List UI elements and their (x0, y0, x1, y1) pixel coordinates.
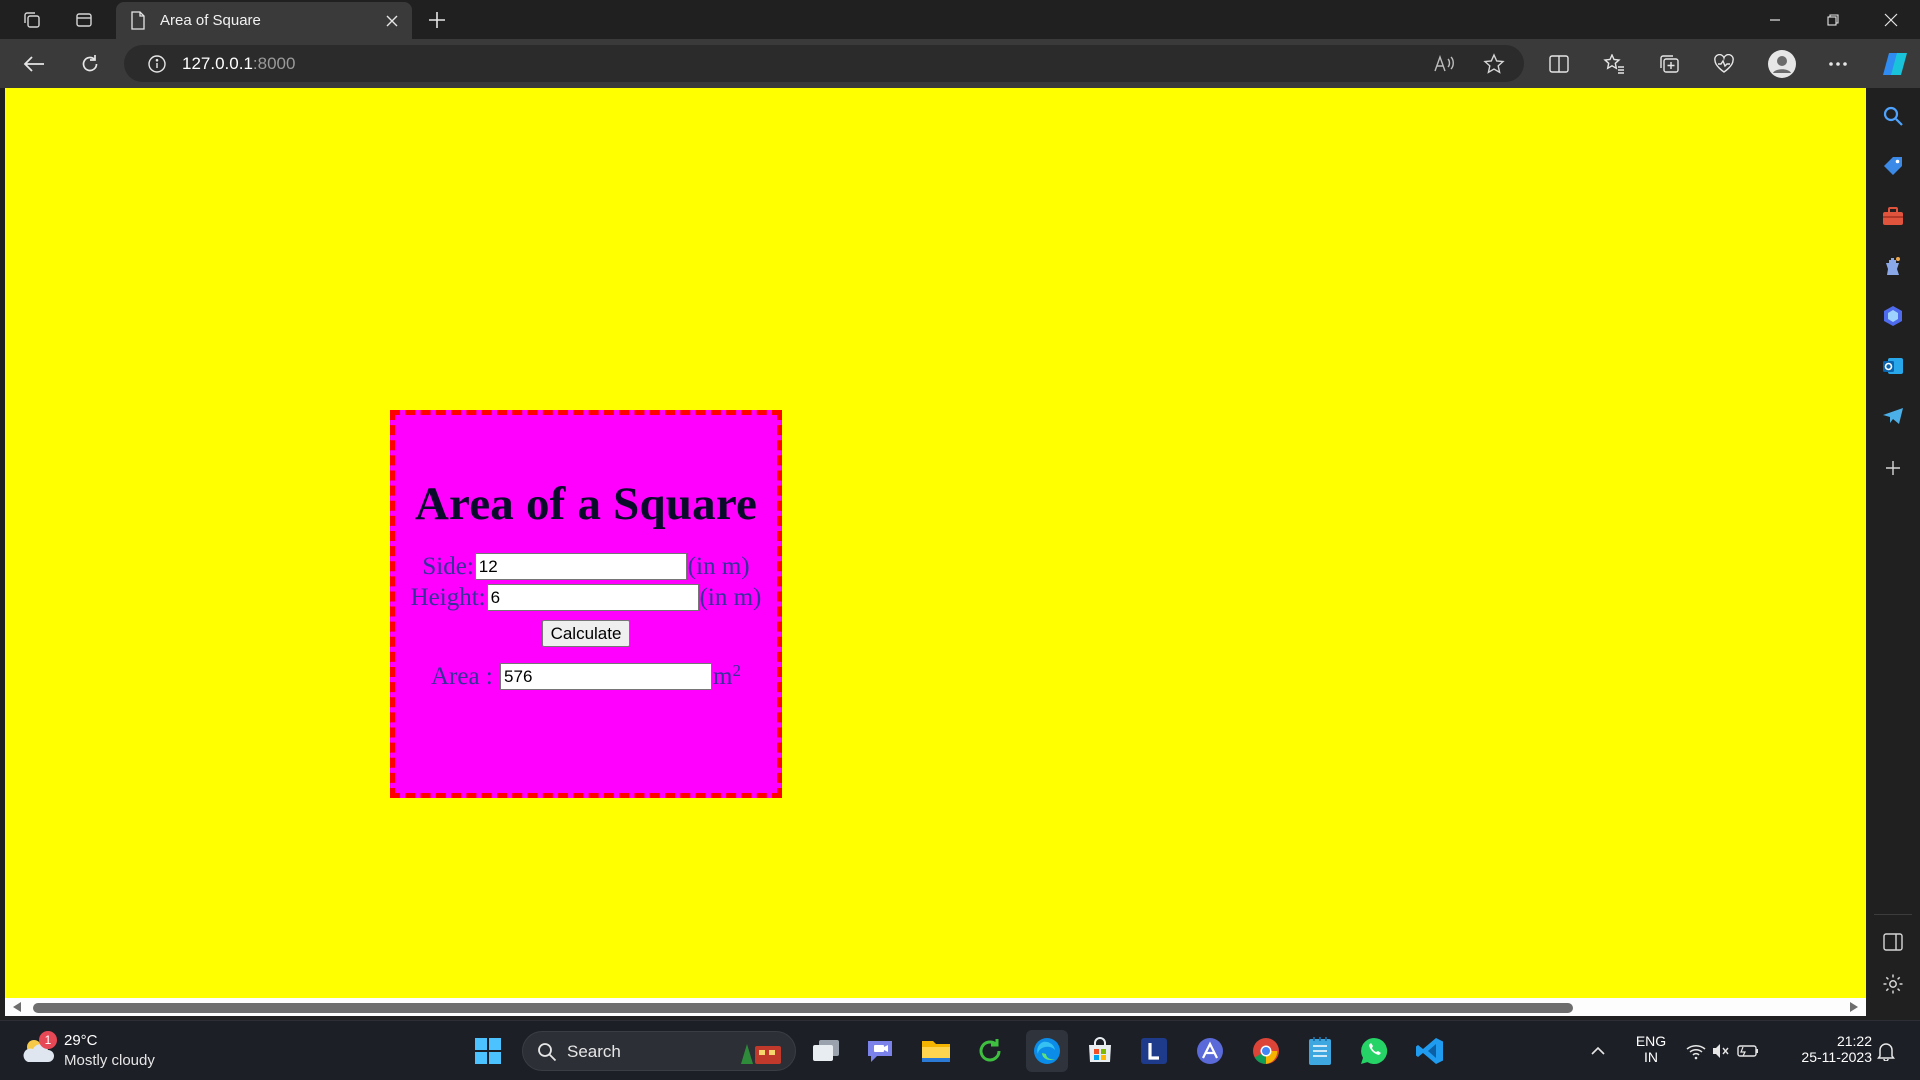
copilot-365-icon[interactable] (1879, 302, 1907, 330)
split-screen-icon[interactable] (1541, 46, 1577, 82)
search-label: Search (567, 1042, 621, 1061)
side-row: Side: 12 (in m) (395, 551, 777, 582)
refresh-icon[interactable] (72, 46, 108, 82)
side-input[interactable]: 12 (474, 552, 687, 580)
address-bar[interactable]: 127.0.0.1:8000 (124, 45, 1524, 82)
weather-widget[interactable]: 1 29°C Mostly cloudy (20, 1029, 200, 1073)
language-code: ENG (1635, 1033, 1667, 1049)
height-input[interactable]: 6 (486, 583, 699, 611)
outlook-icon[interactable] (1879, 352, 1907, 380)
calculate-button[interactable]: Calculate (541, 620, 631, 647)
tab-actions-icon[interactable] (64, 4, 104, 36)
notepad-icon[interactable] (1302, 1033, 1338, 1069)
scroll-left-arrow-icon[interactable] (13, 1002, 21, 1012)
read-aloud-icon[interactable] (1432, 52, 1456, 76)
games-chess-icon[interactable] (1879, 252, 1907, 280)
language-indicator[interactable]: ENG IN (1628, 1033, 1674, 1065)
back-arrow-icon[interactable] (16, 46, 52, 82)
microsoft-store-icon[interactable] (1082, 1033, 1118, 1069)
taskbar-search[interactable]: Search (522, 1031, 796, 1071)
file-explorer-icon[interactable] (918, 1033, 954, 1069)
add-sidebar-app-icon[interactable] (1879, 454, 1907, 482)
edge-browser-icon[interactable] (1026, 1030, 1068, 1072)
browser-toolbar: 127.0.0.1:8000 (0, 39, 1920, 88)
search-icon[interactable] (1879, 102, 1907, 130)
weather-temp: 29°C (64, 1032, 98, 1049)
task-view-icon[interactable] (808, 1033, 844, 1069)
edge-sidebar (1866, 88, 1920, 1018)
tab-title: Area of Square (160, 12, 261, 29)
telegram-send-icon[interactable] (1879, 402, 1907, 430)
language-region: IN (1644, 1049, 1658, 1065)
windows-taskbar: 1 29°C Mostly cloudy Search ENG IN 21:22… (0, 1020, 1920, 1080)
shopping-tag-icon[interactable] (1879, 152, 1907, 180)
clock[interactable]: 21:22 25-11-2023 (1780, 1033, 1872, 1065)
collections-icon[interactable] (1651, 46, 1687, 82)
refresh-app-icon[interactable] (972, 1033, 1008, 1069)
calculate-row: Calculate (395, 613, 777, 647)
sidebar-settings-gear-icon[interactable] (1879, 970, 1907, 998)
area-form-card: Area of a Square Side: 12 (in m) Height: 6(… (390, 410, 782, 798)
area-output[interactable]: 576 (500, 662, 713, 690)
minimize-icon[interactable] (1752, 0, 1798, 39)
area-unit: m (713, 663, 733, 690)
show-hidden-icons-chevron-icon[interactable] (1584, 1033, 1612, 1069)
start-windows-icon[interactable] (470, 1033, 506, 1069)
sidebar-divider (1874, 914, 1912, 915)
tools-briefcase-icon[interactable] (1879, 202, 1907, 230)
restore-icon[interactable] (1810, 0, 1856, 39)
copilot-icon[interactable] (1877, 46, 1913, 82)
height-unit-label: (in m) (699, 584, 762, 611)
teams-chat-icon[interactable] (862, 1033, 898, 1069)
horizontal-scrollbar[interactable] (5, 998, 1866, 1016)
whatsapp-icon[interactable] (1356, 1033, 1392, 1069)
search-highlight-icon (741, 1044, 781, 1064)
workspaces-icon[interactable] (12, 4, 52, 36)
browser-essentials-icon[interactable] (1706, 46, 1742, 82)
l-app-icon[interactable] (1136, 1033, 1172, 1069)
close-tab-icon[interactable] (378, 7, 406, 35)
scroll-right-arrow-icon[interactable] (1850, 1002, 1858, 1012)
clock-time: 21:22 (1836, 1033, 1872, 1049)
arc-app-icon[interactable] (1192, 1033, 1228, 1069)
chrome-icon[interactable] (1248, 1033, 1284, 1069)
page-icon (130, 11, 146, 30)
area-unit-exponent: 2 (732, 661, 741, 680)
more-options-icon[interactable] (1820, 46, 1856, 82)
profile-avatar-icon[interactable] (1764, 46, 1800, 82)
page-heading: Area of a Square (414, 478, 758, 530)
hide-sidebar-icon[interactable] (1879, 928, 1907, 956)
height-label: Height: (410, 584, 486, 611)
wifi-volume-battery-icon (1686, 1044, 1758, 1060)
area-row: Area : 576 m2 (395, 661, 777, 692)
system-tray-status[interactable] (1684, 1033, 1764, 1069)
area-label: Area : (431, 663, 493, 690)
close-window-icon[interactable] (1868, 0, 1914, 39)
vscode-icon[interactable] (1412, 1033, 1448, 1069)
side-label: Side: (422, 553, 474, 580)
favorite-star-icon[interactable] (1482, 52, 1506, 76)
tab-strip: Area of Square (0, 0, 1920, 39)
clock-date: 25-11-2023 (1801, 1049, 1872, 1065)
tab-active[interactable]: Area of Square (116, 2, 412, 39)
search-icon (538, 1043, 557, 1062)
new-tab-icon[interactable] (420, 4, 454, 36)
side-unit-label: (in m) (687, 553, 750, 580)
favorites-list-icon[interactable] (1596, 46, 1632, 82)
notifications-bell-icon[interactable] (1872, 1033, 1900, 1069)
weather-badge: 1 (39, 1031, 57, 1049)
url-text: 127.0.0.1:8000 (182, 53, 296, 73)
scrollbar-thumb[interactable] (33, 1003, 1573, 1013)
page-viewport: Area of a Square Side: 12 (in m) Height: 6(… (5, 88, 1866, 998)
height-row: Height: 6 (in m) (395, 582, 777, 613)
site-info-icon[interactable] (146, 53, 168, 75)
weather-condition: Mostly cloudy (64, 1052, 155, 1069)
